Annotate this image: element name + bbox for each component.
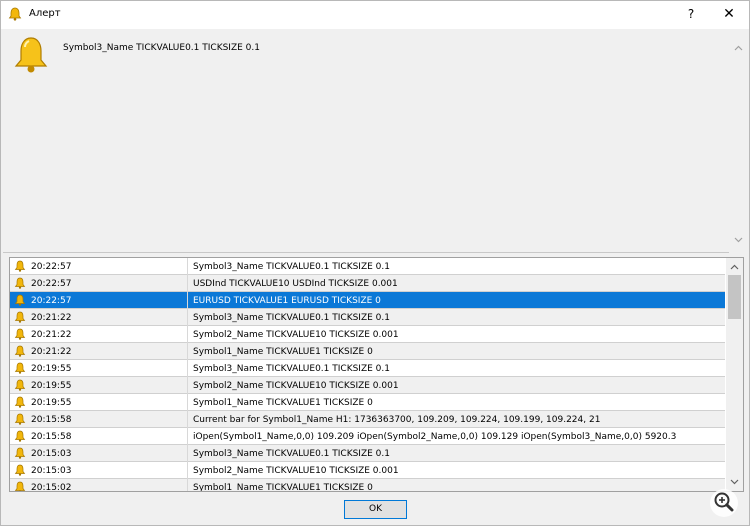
column-divider	[187, 309, 188, 326]
table-row[interactable]: 20:15:58 Current bar for Symbol1_Name H1:…	[10, 411, 725, 428]
alert-row-message: EURUSD TICKVALUE1 EURUSD TICKSIZE 0	[193, 296, 381, 306]
alert-time: 20:22:57	[31, 279, 72, 289]
table-row[interactable]: 20:15:02 Symbol1_Name TICKVALUE1 TICKSIZE…	[10, 479, 725, 492]
alert-time: 20:21:22	[31, 330, 72, 340]
bell-icon	[14, 464, 26, 476]
column-divider	[187, 292, 188, 309]
table-row[interactable]: 20:21:22 Symbol2_Name TICKVALUE10 TICKSIZ…	[10, 326, 725, 343]
bell-icon	[14, 260, 26, 272]
bell-icon	[8, 7, 22, 21]
alert-row-message: Symbol2_Name TICKVALUE10 TICKSIZE 0.001	[193, 381, 399, 391]
bell-icon	[14, 481, 26, 491]
column-divider	[187, 258, 188, 275]
alert-row-message: Symbol3_Name TICKVALUE0.1 TICKSIZE 0.1	[193, 313, 390, 323]
alert-row-message: USDInd TICKVALUE10 USDInd TICKSIZE 0.001	[193, 279, 398, 289]
scroll-down-icon[interactable]	[734, 235, 743, 244]
alert-row-message: iOpen(Symbol1_Name,0,0) 109.209 iOpen(Sy…	[193, 432, 677, 442]
alert-row-message: Symbol3_Name TICKVALUE0.1 TICKSIZE 0.1	[193, 262, 390, 272]
table-row[interactable]: 20:22:57 Symbol3_Name TICKVALUE0.1 TICKSI…	[10, 258, 725, 275]
table-row[interactable]: 20:15:58 iOpen(Symbol1_Name,0,0) 109.209…	[10, 428, 725, 445]
bell-icon	[14, 379, 26, 391]
alert-history-list[interactable]: 20:22:57 Symbol3_Name TICKVALUE0.1 TICKSI…	[9, 257, 744, 492]
alert-rows: 20:22:57 Symbol3_Name TICKVALUE0.1 TICKSI…	[10, 258, 725, 492]
table-row[interactable]: 20:19:55 Symbol1_Name TICKVALUE1 TICKSIZE…	[10, 394, 725, 411]
bell-icon	[14, 294, 26, 306]
close-button[interactable]: ✕	[715, 4, 743, 24]
column-divider	[187, 343, 188, 360]
column-divider	[187, 326, 188, 343]
column-divider	[187, 360, 188, 377]
bell-icon	[14, 430, 26, 442]
column-divider	[187, 428, 188, 445]
column-divider	[187, 462, 188, 479]
table-row[interactable]: 20:22:57 USDInd TICKVALUE10 USDInd TICKSI…	[10, 275, 725, 292]
message-area: Symbol3_Name TICKVALUE0.1 TICKSIZE 0.1	[3, 29, 748, 253]
list-scrollbar[interactable]	[726, 258, 743, 491]
window-title: Алерт	[29, 8, 61, 19]
column-divider	[187, 445, 188, 462]
column-divider	[187, 377, 188, 394]
alert-message: Symbol3_Name TICKVALUE0.1 TICKSIZE 0.1	[63, 43, 260, 53]
column-divider	[187, 275, 188, 292]
scroll-up-icon[interactable]	[730, 263, 739, 272]
bell-icon	[14, 447, 26, 459]
table-row[interactable]: 20:15:03 Symbol2_Name TICKVALUE10 TICKSIZ…	[10, 462, 725, 479]
alert-row-message: Symbol1_Name TICKVALUE1 TICKSIZE 0	[193, 398, 373, 408]
message-scrollbar[interactable]	[729, 29, 748, 253]
title-bar: Алерт ? ✕	[1, 1, 749, 29]
table-row[interactable]: 20:19:55 Symbol3_Name TICKVALUE0.1 TICKSI…	[10, 360, 725, 377]
alert-time: 20:15:58	[31, 415, 72, 425]
bell-icon	[14, 362, 26, 374]
alert-time: 20:15:03	[31, 466, 72, 476]
alert-time: 20:19:55	[31, 381, 72, 391]
table-row[interactable]: 20:15:03 Symbol3_Name TICKVALUE0.1 TICKSI…	[10, 445, 725, 462]
alert-time: 20:15:58	[31, 432, 72, 442]
alert-time: 20:22:57	[31, 296, 72, 306]
table-row[interactable]: 20:21:22 Symbol3_Name TICKVALUE0.1 TICKSI…	[10, 309, 725, 326]
alert-window: Алерт ? ✕ Symbol3_Name TICKVALUE0.1 TICK…	[0, 0, 750, 526]
ok-button[interactable]: OK	[344, 500, 407, 519]
table-row[interactable]: 20:21:22 Symbol1_Name TICKVALUE1 TICKSIZE…	[10, 343, 725, 360]
scroll-up-icon[interactable]	[734, 44, 743, 53]
alert-time: 20:21:22	[31, 347, 72, 357]
zoom-in-icon[interactable]	[709, 488, 739, 518]
alert-time: 20:15:03	[31, 449, 72, 459]
bell-icon	[14, 328, 26, 340]
bell-icon	[14, 311, 26, 323]
column-divider	[187, 394, 188, 411]
help-button[interactable]: ?	[677, 4, 705, 24]
bell-icon	[14, 413, 26, 425]
table-row[interactable]: 20:19:55 Symbol2_Name TICKVALUE10 TICKSIZ…	[10, 377, 725, 394]
table-row[interactable]: 20:22:57 EURUSD TICKVALUE1 EURUSD TICKSIZ…	[10, 292, 725, 309]
bell-icon	[14, 345, 26, 357]
column-divider	[187, 411, 188, 428]
alert-row-message: Symbol2_Name TICKVALUE10 TICKSIZE 0.001	[193, 330, 399, 340]
bell-icon	[14, 37, 48, 73]
column-divider	[187, 479, 188, 491]
alert-row-message: Symbol3_Name TICKVALUE0.1 TICKSIZE 0.1	[193, 449, 390, 459]
scroll-thumb[interactable]	[728, 275, 741, 319]
alert-row-message: Symbol1_Name TICKVALUE1 TICKSIZE 0	[193, 483, 373, 492]
bell-icon	[14, 277, 26, 289]
alert-time: 20:21:22	[31, 313, 72, 323]
alert-row-message: Symbol1_Name TICKVALUE1 TICKSIZE 0	[193, 347, 373, 357]
bell-icon	[14, 396, 26, 408]
alert-row-message: Current bar for Symbol1_Name H1: 1736363…	[193, 415, 601, 425]
alert-row-message: Symbol3_Name TICKVALUE0.1 TICKSIZE 0.1	[193, 364, 390, 374]
alert-time: 20:19:55	[31, 398, 72, 408]
alert-time: 20:15:02	[31, 483, 72, 492]
alert-time: 20:22:57	[31, 262, 72, 272]
alert-row-message: Symbol2_Name TICKVALUE10 TICKSIZE 0.001	[193, 466, 399, 476]
scroll-down-icon[interactable]	[730, 477, 739, 486]
alert-time: 20:19:55	[31, 364, 72, 374]
